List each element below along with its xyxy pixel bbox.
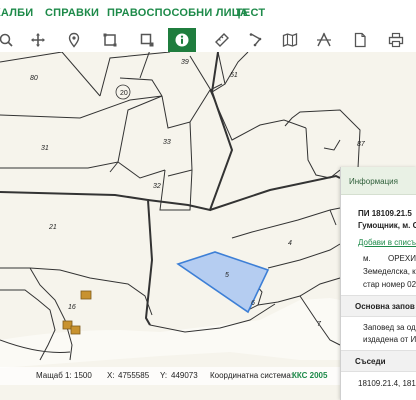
print-button[interactable] — [382, 28, 410, 52]
select-rectangle-icon — [103, 33, 117, 47]
parcel-label: 80 — [30, 75, 38, 82]
info-panel: Информация ПИ 18109.21.5 Гумощник, м. О … — [340, 167, 416, 400]
info-tool-button[interactable] — [168, 28, 196, 52]
scale-value: 1500 — [74, 371, 92, 380]
compass-button[interactable] — [310, 28, 338, 52]
pan-arrows-icon — [31, 33, 45, 47]
parcel-label: 6 — [251, 300, 255, 307]
locality-value: ОРЕХИТЕ, — [388, 254, 416, 263]
ruler-icon — [215, 33, 229, 47]
pan-tool-button[interactable] — [24, 28, 52, 52]
parcel-label: 33 — [163, 139, 171, 146]
menu-item-kalbi[interactable]: КАЛБИ — [0, 7, 33, 19]
map-status-bar: Мащаб 1: 1500 X: 4755585 Y: 449073 Коорд… — [0, 367, 340, 385]
top-menu-bar: КАЛБИ СПРАВКИ ПРАВОСПОСОБНИ ЛИЦА ТЕСТ — [0, 0, 416, 29]
parcel-label: 5 — [225, 272, 229, 279]
ruler-tool-button[interactable] — [208, 28, 236, 52]
parcel-label: 39 — [181, 59, 189, 66]
crs-label: Координатна система: — [210, 371, 294, 380]
crs-value: ККС 2005 — [292, 371, 328, 380]
order-section-header[interactable]: Основна запов — [341, 295, 416, 317]
map-toolbar — [0, 28, 416, 53]
parcel-label: 32 — [153, 183, 161, 190]
y-coordinate-value: 449073 — [171, 371, 198, 380]
parcel-label: 21 — [48, 224, 57, 231]
select-rectangle-button[interactable] — [96, 28, 124, 52]
neighbors-section-header[interactable]: Съседи — [341, 350, 416, 372]
x-coordinate-label: X: — [107, 371, 115, 380]
select-area-button[interactable] — [133, 28, 161, 52]
measure-angle-button[interactable] — [242, 28, 270, 52]
info-panel-title: Информация — [341, 167, 416, 195]
locate-tool-button[interactable] — [60, 28, 88, 52]
parcel-label: 20 — [120, 90, 128, 97]
parcel-label: 87 — [357, 141, 366, 148]
menu-item-test[interactable]: ТЕСТ — [236, 7, 265, 19]
measure-angle-icon — [249, 33, 262, 47]
land-use: Земеделска, кат — [363, 267, 416, 276]
order-text-line-2: издадена от ИЗП — [363, 335, 416, 344]
old-number: стар номер 0210 — [363, 280, 416, 289]
menu-item-pravosposobni-lica[interactable]: ПРАВОСПОСОБНИ ЛИЦА — [107, 7, 248, 19]
parcel-label: 4 — [288, 240, 292, 247]
add-to-list-link[interactable]: Добави в списъ — [358, 238, 416, 247]
zoom-tool-button[interactable] — [0, 28, 20, 52]
locality-label: м. — [363, 254, 371, 263]
document-icon — [354, 32, 366, 48]
zoom-icon — [0, 33, 13, 47]
map-layers-icon — [282, 33, 298, 47]
order-text-line-1: Заповед за одо — [363, 323, 416, 332]
parcel-label: 16 — [68, 304, 76, 311]
parcel-label: 31 — [41, 145, 49, 152]
building-3 — [70, 325, 81, 335]
neighbors-list: 18109.21.4, 1810 — [358, 379, 416, 388]
parcel-label: 51 — [230, 72, 238, 79]
menu-item-spravki[interactable]: СПРАВКИ — [45, 7, 99, 19]
info-icon — [175, 33, 189, 47]
parcel-location: Гумощник, м. О — [358, 221, 416, 230]
scale-label: Мащаб 1: — [36, 371, 72, 380]
document-button[interactable] — [346, 28, 374, 52]
compass-icon — [317, 32, 331, 47]
map-layers-button[interactable] — [276, 28, 304, 52]
print-icon — [388, 32, 404, 48]
parcel-id: ПИ 18109.21.5 — [358, 209, 412, 218]
x-coordinate-value: 4755585 — [118, 371, 150, 380]
y-coordinate-label: Y: — [160, 371, 168, 380]
select-area-icon — [140, 33, 154, 47]
location-pin-icon — [68, 32, 80, 48]
building-1 — [80, 290, 92, 300]
